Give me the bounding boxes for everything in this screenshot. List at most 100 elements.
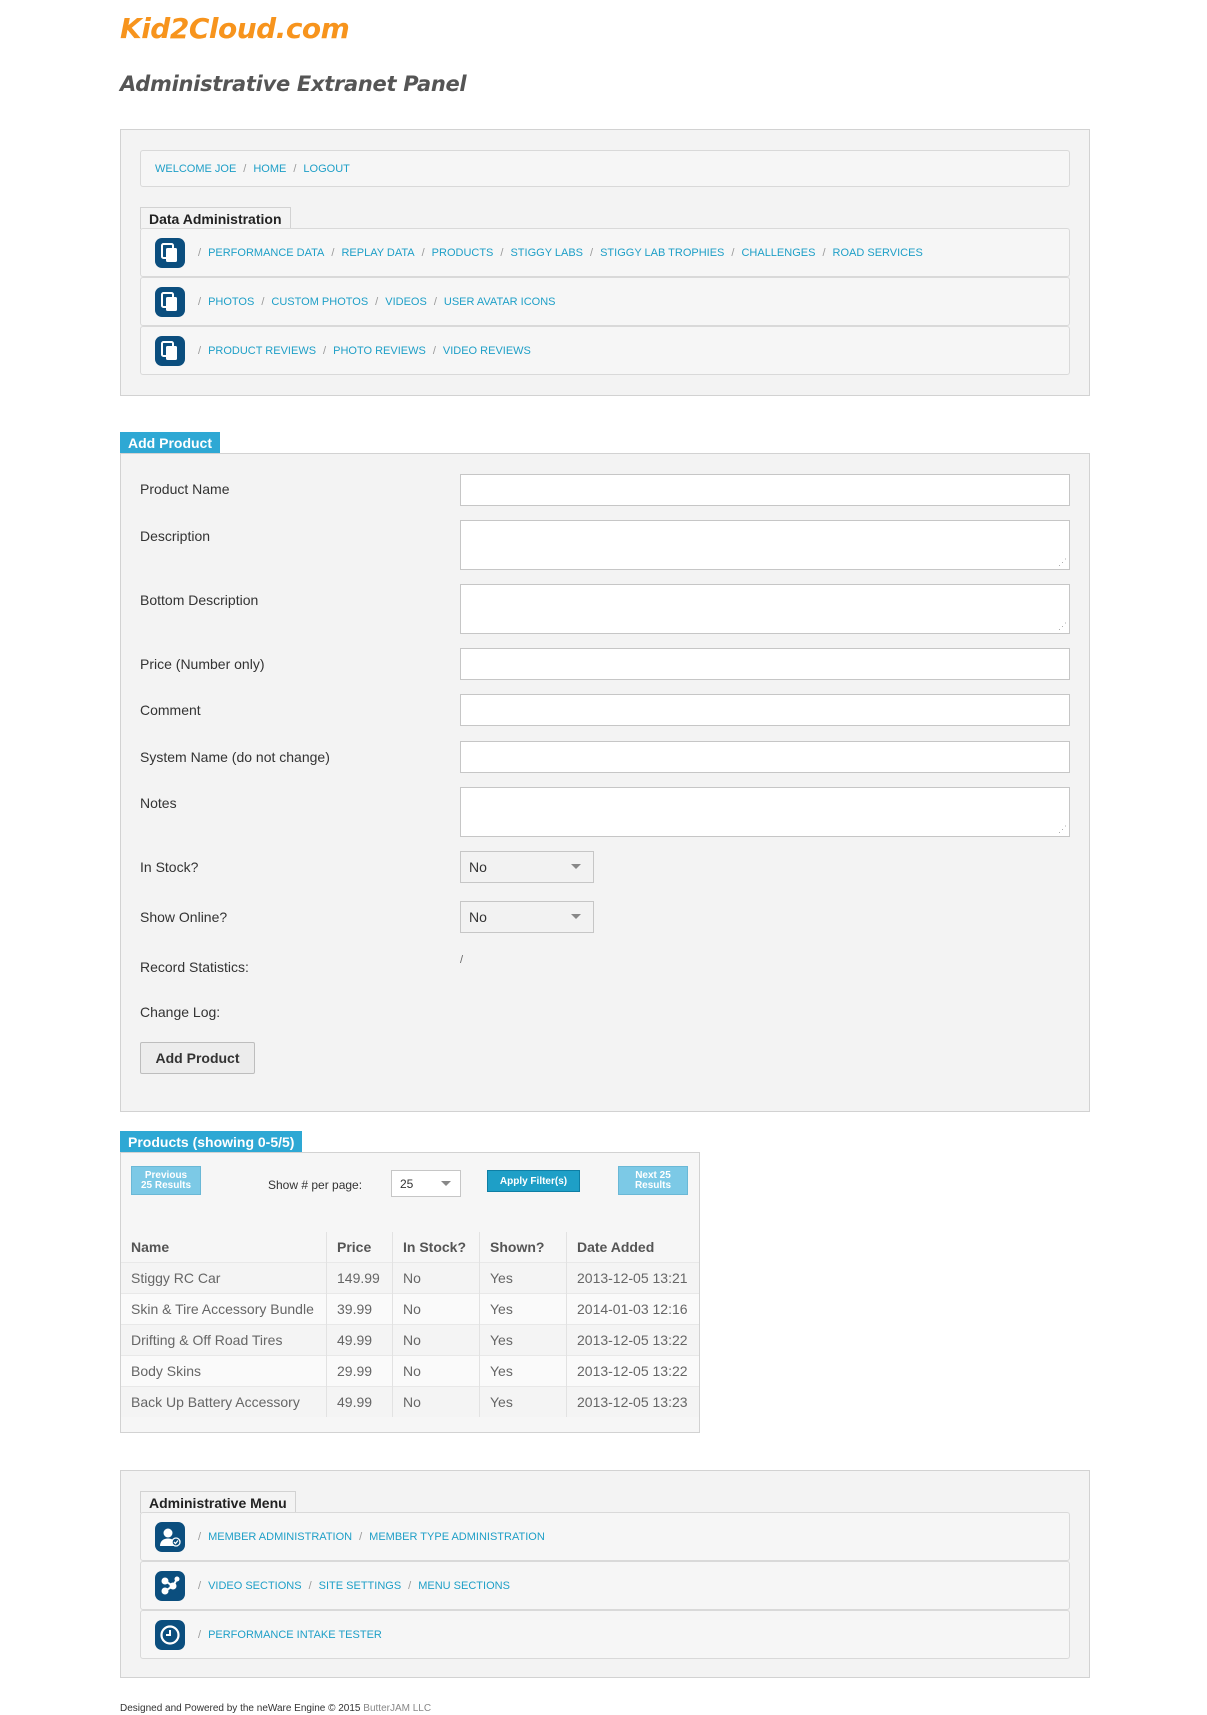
separator: / [261,295,265,308]
admin-menu-row-2: / VIDEO SECTIONS / SITE SETTINGS / MENU … [140,1561,1070,1610]
separator: / [590,246,594,259]
copy-icon [155,335,185,366]
system-name-label: System Name (do not change) [140,749,330,765]
performance-data-link[interactable]: PERFORMANCE DATA [208,247,324,259]
cell-shown: Yes [479,1386,567,1417]
product-name-input[interactable] [460,474,1070,506]
separator: / [198,344,202,357]
site-logo[interactable]: Kid2Cloud.com [120,12,350,45]
cell-price: 29.99 [326,1355,393,1387]
table-row[interactable]: Back Up Battery Accessory 49.99 No Yes 2… [121,1386,699,1417]
logout-link[interactable]: LOGOUT [303,163,349,175]
column-header-date-added[interactable]: Date Added [567,1232,700,1263]
cell-price: 149.99 [326,1262,393,1294]
description-label: Description [140,528,211,544]
welcome-link[interactable]: WELCOME JOE [155,163,236,175]
custom-photos-link[interactable]: CUSTOM PHOTOS [271,296,368,308]
cell-date-added: 2014-01-03 12:16 [566,1293,699,1325]
videos-link[interactable]: VIDEOS [385,296,427,308]
separator: / [731,246,735,259]
separator: / [323,344,327,357]
in-stock-label: In Stock? [140,859,199,875]
cell-name: Body Skins [121,1355,327,1387]
column-header-in-stock[interactable]: In Stock? [392,1232,480,1263]
add-product-heading: Add Product [120,432,220,454]
cell-price: 49.99 [326,1324,393,1356]
user-check-icon [155,1521,185,1552]
footer-company-link[interactable]: ButterJAM LLC [363,1703,431,1714]
column-header-name[interactable]: Name [121,1232,327,1263]
show-online-select[interactable]: No [460,901,594,933]
separator: / [359,1530,363,1543]
cell-shown: Yes [479,1324,567,1356]
member-type-administration-link[interactable]: MEMBER TYPE ADMINISTRATION [369,1531,545,1543]
separator: / [375,295,379,308]
cell-price: 39.99 [326,1293,393,1325]
stiggy-lab-trophies-link[interactable]: STIGGY LAB TROPHIES [600,247,724,259]
video-sections-link[interactable]: VIDEO SECTIONS [208,1580,302,1592]
bottom-description-textarea[interactable]: ⋰ [460,584,1070,634]
bottom-description-label: Bottom Description [140,592,259,608]
next-label-line2: Results [634,1179,672,1191]
table-row[interactable]: Body Skins 29.99 No Yes 2013-12-05 13:22 [121,1355,699,1387]
cell-date-added: 2013-12-05 13:22 [566,1324,699,1356]
cell-in-stock: No [392,1355,480,1387]
separator: / [408,1579,412,1592]
per-page-select[interactable]: 25 [391,1170,461,1197]
home-link[interactable]: HOME [253,163,286,175]
resize-grip-icon[interactable]: ⋰ [1058,621,1067,632]
previous-results-button[interactable]: Previous 25 Results [131,1166,201,1195]
in-stock-select[interactable]: No [460,851,594,883]
comment-input[interactable] [460,694,1070,726]
site-settings-link[interactable]: SITE SETTINGS [319,1580,402,1592]
products-link[interactable]: PRODUCTS [432,247,494,259]
system-name-input[interactable] [460,741,1070,773]
separator: / [198,295,202,308]
member-administration-link[interactable]: MEMBER ADMINISTRATION [208,1531,352,1543]
challenges-link[interactable]: CHALLENGES [741,247,815,259]
resize-grip-icon[interactable]: ⋰ [1058,557,1067,568]
record-statistics-value: / [460,954,464,966]
description-textarea[interactable]: ⋰ [460,520,1070,570]
stiggy-labs-link[interactable]: STIGGY LABS [510,247,583,259]
data-admin-row-3: / PRODUCT REVIEWS / PHOTO REVIEWS / VIDE… [140,326,1070,375]
table-header-row: Name Price In Stock? Shown? Date Added [121,1232,699,1263]
cell-shown: Yes [479,1355,567,1387]
road-services-link[interactable]: ROAD SERVICES [833,247,923,259]
separator: / [500,246,504,259]
price-input[interactable] [460,648,1070,680]
separator: / [421,246,425,259]
user-avatar-icons-link[interactable]: USER AVATAR ICONS [444,296,556,308]
cell-date-added: 2013-12-05 13:23 [566,1386,699,1417]
performance-intake-tester-link[interactable]: PERFORMANCE INTAKE TESTER [208,1629,382,1641]
cell-date-added: 2013-12-05 13:22 [566,1355,699,1387]
column-header-price[interactable]: Price [326,1232,393,1263]
add-product-button[interactable]: Add Product [140,1042,255,1074]
product-name-label: Product Name [140,481,230,497]
product-reviews-link[interactable]: PRODUCT REVIEWS [208,345,316,357]
replay-data-link[interactable]: REPLAY DATA [341,247,414,259]
per-page-label: Show # per page: [268,1178,363,1192]
price-label: Price (Number only) [140,656,265,672]
photo-reviews-link[interactable]: PHOTO REVIEWS [333,345,426,357]
video-reviews-link[interactable]: VIDEO REVIEWS [443,345,531,357]
resize-grip-icon[interactable]: ⋰ [1058,824,1067,835]
table-row[interactable]: Stiggy RC Car 149.99 No Yes 2013-12-05 1… [121,1262,699,1294]
next-results-button[interactable]: Next 25 Results [618,1166,688,1195]
in-stock-value: No [469,859,487,875]
menu-sections-link[interactable]: MENU SECTIONS [418,1580,510,1592]
separator: / [293,162,297,175]
change-log-label: Change Log: [140,1004,221,1020]
table-row[interactable]: Skin & Tire Accessory Bundle 39.99 No Ye… [121,1293,699,1325]
previous-label-line2: 25 Results [140,1179,192,1191]
record-statistics-label: Record Statistics: [140,959,249,975]
products-table: Name Price In Stock? Shown? Date Added S… [121,1232,699,1417]
cell-in-stock: No [392,1262,480,1294]
cell-name: Skin & Tire Accessory Bundle [121,1293,327,1325]
apply-filters-button[interactable]: Apply Filter(s) [487,1170,580,1192]
photos-link[interactable]: PHOTOS [208,296,254,308]
table-row[interactable]: Drifting & Off Road Tires 49.99 No Yes 2… [121,1324,699,1356]
notes-label: Notes [140,795,177,811]
notes-textarea[interactable]: ⋰ [460,787,1070,837]
column-header-shown[interactable]: Shown? [479,1232,567,1263]
